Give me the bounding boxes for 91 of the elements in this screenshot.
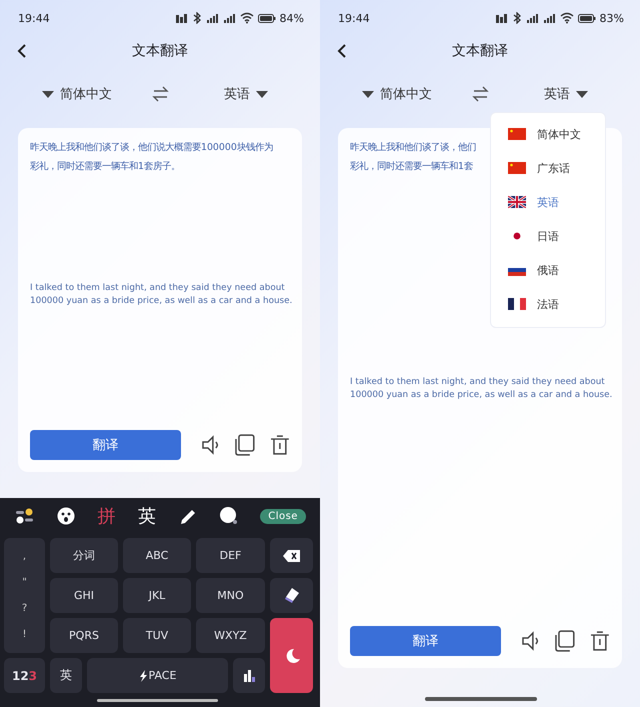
source-text: 昨天晚上我和他们谈了谈，他们 [350, 141, 476, 155]
pencil-icon[interactable] [178, 507, 197, 525]
signal-icon [526, 12, 539, 24]
language-label: 日语 [537, 228, 559, 244]
swap-icon[interactable] [152, 86, 168, 102]
punctuation-key[interactable]: , " ? ! [4, 538, 45, 653]
wifi-icon [240, 12, 254, 24]
wifi-icon [560, 12, 574, 24]
search-icon[interactable] [220, 507, 238, 525]
language-option[interactable]: 法语 [491, 287, 605, 321]
number-key[interactable]: 123 [4, 658, 45, 693]
battery-level: 83% [600, 12, 624, 24]
copy-icon[interactable] [554, 630, 576, 652]
translation-text: 100000 yuan as a bride price, as well as a car and a house. [30, 295, 292, 308]
network-speed-icon [494, 12, 508, 24]
bar-chart-icon [244, 669, 254, 682]
space-key[interactable]: PACE [87, 658, 228, 693]
input-mode-tab[interactable]: 拼 [97, 504, 116, 528]
copy-icon[interactable] [234, 434, 256, 456]
letter-key[interactable]: DEF [196, 538, 265, 573]
language-label: 法语 [537, 296, 559, 312]
speaker-icon[interactable] [520, 630, 540, 652]
moon-icon [284, 648, 300, 664]
swap-icon[interactable] [472, 86, 488, 102]
translate-button[interactable]: 翻译 [350, 626, 501, 656]
language-key[interactable]: 英 [50, 658, 82, 693]
language-label: 简体中文 [537, 126, 581, 142]
enter-key[interactable] [270, 618, 313, 693]
language-option[interactable]: 简体中文 [491, 117, 605, 151]
signal-icon [206, 12, 219, 24]
source-text: 彩礼，同时还需要一辆车和1套房子。 [30, 160, 180, 174]
letter-key[interactable]: 分词 [50, 538, 118, 573]
flag-icon [508, 196, 526, 208]
letter-key[interactable]: MNO [196, 578, 265, 613]
chart-key[interactable] [233, 658, 265, 693]
target-language[interactable]: 英语 [544, 85, 588, 103]
target-language[interactable]: 英语 [224, 85, 268, 103]
letter-key[interactable]: WXYZ [196, 618, 265, 653]
translation-text: I talked to them last night, and they said they need about [350, 376, 605, 389]
language-label: 英语 [537, 194, 559, 210]
page-title: 文本翻译 [132, 42, 188, 60]
source-language[interactable]: 简体中文 [42, 85, 112, 103]
letter-key[interactable]: GHI [50, 578, 118, 613]
letter-key[interactable]: PQRS [50, 618, 118, 653]
backspace-icon [282, 548, 300, 562]
network-speed-icon [174, 12, 188, 24]
translation-text: 100000 yuan as a bride price, as well as a car and a house. [350, 389, 612, 402]
language-label: 俄语 [537, 262, 559, 278]
language-option[interactable]: 俄语 [491, 253, 605, 287]
eraser-key[interactable] [270, 578, 313, 613]
flag-icon [508, 128, 526, 140]
source-text: 彩礼，同时还需要一辆车和1套 [350, 160, 473, 174]
backspace-key[interactable] [270, 538, 313, 573]
caret-icon [256, 90, 268, 98]
eraser-icon [284, 587, 300, 604]
trash-icon[interactable] [270, 434, 290, 456]
source-language[interactable]: 简体中文 [362, 85, 432, 103]
caret-icon [42, 90, 54, 98]
input-mode-tab[interactable]: 英 [138, 504, 156, 528]
letter-key[interactable]: TUV [123, 618, 191, 653]
battery-icon [258, 12, 276, 24]
bluetooth-icon [512, 12, 522, 24]
speaker-icon[interactable] [200, 434, 220, 456]
translation-text: I talked to them last night, and they said they need about [30, 282, 285, 295]
translate-button[interactable]: 翻译 [30, 430, 181, 460]
page-title: 文本翻译 [452, 42, 508, 60]
bolt-icon [138, 670, 148, 682]
toggle-icon[interactable] [16, 508, 34, 524]
caret-icon [362, 90, 374, 98]
source-text: 昨天晚上我和他们谈了谈，他们说大概需要100000块钱作为 [30, 141, 273, 155]
close-button[interactable]: Close [260, 508, 306, 524]
language-option[interactable]: 日语 [491, 219, 605, 253]
language-option[interactable]: 广东话 [491, 151, 605, 185]
emoji-icon[interactable] [56, 507, 75, 525]
status-time: 19:44 [18, 12, 50, 24]
language-label: 广东话 [537, 160, 570, 176]
caret-icon [576, 90, 588, 98]
language-option[interactable]: 英语 [491, 185, 605, 219]
letter-key[interactable]: ABC [123, 538, 191, 573]
letter-key[interactable]: JKL [123, 578, 191, 613]
battery-level: 84% [280, 12, 304, 24]
signal-icon [222, 12, 236, 24]
bluetooth-icon [192, 12, 202, 24]
trash-icon[interactable] [590, 630, 610, 652]
back-icon[interactable] [16, 43, 28, 59]
flag-icon [508, 162, 526, 174]
back-icon[interactable] [336, 43, 348, 59]
signal-icon [542, 12, 556, 24]
status-time: 19:44 [338, 12, 370, 24]
flag-icon [508, 298, 526, 310]
battery-icon [578, 12, 596, 24]
